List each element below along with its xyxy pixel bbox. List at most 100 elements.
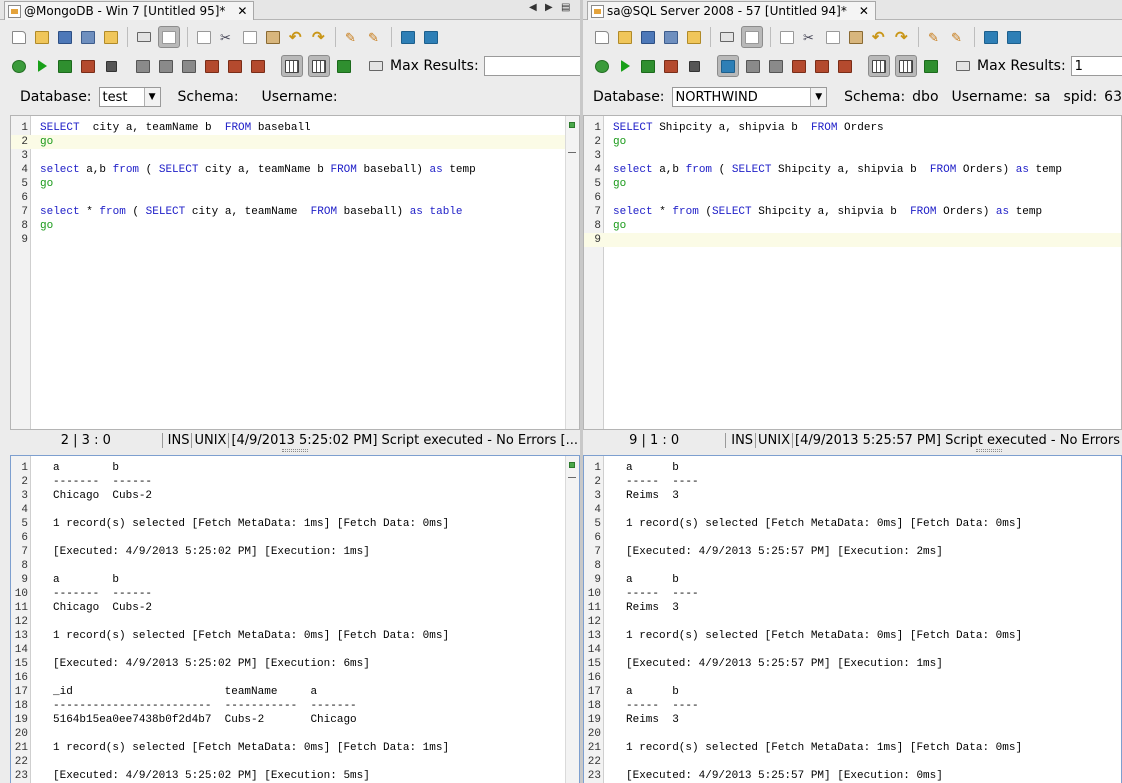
grid-results-icon[interactable]	[308, 55, 330, 77]
export-icon[interactable]	[367, 57, 385, 75]
undo-icon[interactable]: ↶	[870, 28, 888, 46]
max-results-input[interactable]	[1070, 56, 1122, 76]
auto-format-icon[interactable]: ✎	[949, 28, 967, 46]
save-as-icon[interactable]	[662, 28, 680, 46]
save-as-icon[interactable]	[79, 28, 97, 46]
history-last-icon[interactable]	[836, 57, 854, 75]
text-results-icon[interactable]	[335, 57, 353, 75]
redo-icon[interactable]: ↷	[893, 28, 911, 46]
find-replace-icon[interactable]	[1005, 28, 1023, 46]
execute-script-icon[interactable]	[593, 57, 611, 75]
rollback-icon[interactable]	[226, 57, 244, 75]
scroll-right-icon[interactable]: ▶	[545, 2, 553, 13]
select-icon[interactable]	[195, 28, 213, 46]
export-icon[interactable]	[954, 57, 972, 75]
sql-text: (	[125, 206, 146, 218]
history-forward-icon[interactable]	[180, 57, 198, 75]
save-all-icon[interactable]	[685, 28, 703, 46]
history-prev-icon[interactable]	[134, 57, 152, 75]
execute-explain-icon[interactable]	[56, 57, 74, 75]
line-number: 17	[587, 686, 601, 698]
auto-commit-icon[interactable]	[717, 55, 739, 77]
run-icon[interactable]	[616, 57, 634, 75]
commit-icon[interactable]	[203, 57, 221, 75]
output-line: 23 [Executed: 4/9/2013 5:25:02 PM] [Execu…	[11, 769, 579, 783]
left-results-output[interactable]: 1 a b 2 ------- ------ 3 Chicago Cubs-2 4 5 1 re…	[10, 455, 580, 783]
sql-code[interactable]: 1 SELECT city a, teamName b FROM baseball…	[11, 121, 579, 247]
scroll-left-icon[interactable]: ◀	[529, 2, 537, 13]
rollback-icon[interactable]	[813, 57, 831, 75]
execute-grid-icon[interactable]	[662, 57, 680, 75]
history-last-icon[interactable]	[249, 57, 267, 75]
undo-icon[interactable]: ↶	[287, 28, 305, 46]
text-results-icon[interactable]	[922, 57, 940, 75]
right-query-tab[interactable]: sa@SQL Server 2008 - 57 [Untitled 94]* ✕	[587, 1, 876, 20]
close-icon[interactable]: ✕	[237, 4, 247, 18]
grid-results-icon[interactable]	[895, 55, 917, 77]
database-select[interactable]: NORTHWIND ▼	[671, 87, 828, 107]
left-tab-bar: @MongoDB - Win 7 [Untitled 95]* ✕ ◀ ▶ ▤	[0, 0, 580, 20]
execute-explain-icon[interactable]	[639, 57, 657, 75]
right-query-panel: sa@SQL Server 2008 - 57 [Untitled 94]* ✕…	[583, 0, 1122, 783]
print-icon[interactable]	[718, 28, 736, 46]
format-icon[interactable]: ✎	[343, 28, 361, 46]
stop-icon[interactable]	[685, 57, 703, 75]
paste-icon[interactable]	[264, 28, 282, 46]
right-sql-editor[interactable]: 1 SELECT Shipcity a, shipvia b FROM Order…	[583, 115, 1122, 430]
copy-icon[interactable]	[241, 28, 259, 46]
select-icon[interactable]	[778, 28, 796, 46]
execute-script-icon[interactable]	[10, 57, 28, 75]
left-sql-editor[interactable]: 1 SELECT city a, teamName b FROM baseball…	[10, 115, 580, 430]
left-query-tab[interactable]: @MongoDB - Win 7 [Untitled 95]* ✕	[4, 1, 255, 20]
batch-separator: go	[613, 178, 627, 190]
replace-icon[interactable]	[982, 28, 1000, 46]
cut-icon[interactable]: ✂	[218, 28, 236, 46]
toggle-editor-icon[interactable]	[741, 26, 763, 48]
execute-grid-icon[interactable]	[79, 57, 97, 75]
sql-text: baseball)	[337, 206, 410, 218]
toggle-editor-icon[interactable]	[158, 26, 180, 48]
find-replace-icon[interactable]	[422, 28, 440, 46]
save-icon[interactable]	[639, 28, 657, 46]
stop-icon[interactable]	[102, 57, 120, 75]
tab-results-icon[interactable]	[868, 55, 890, 77]
redo-icon[interactable]: ↷	[310, 28, 328, 46]
tab-list-icon[interactable]: ▤	[561, 2, 570, 13]
sql-keyword: from	[99, 206, 126, 218]
splitter-grip[interactable]	[282, 449, 308, 452]
open-folder-icon[interactable]	[616, 28, 634, 46]
sql-code[interactable]: 1 SELECT Shipcity a, shipvia b FROM Order…	[584, 121, 1121, 247]
open-folder-icon[interactable]	[33, 28, 51, 46]
tab-results-icon[interactable]	[281, 55, 303, 77]
code-line: 5 go	[11, 177, 579, 191]
history-back-icon[interactable]	[157, 57, 175, 75]
save-all-icon[interactable]	[102, 28, 120, 46]
output-line: 3 Chicago Cubs-2	[11, 489, 579, 503]
auto-format-icon[interactable]: ✎	[366, 28, 384, 46]
history-back-icon[interactable]	[767, 57, 785, 75]
copy-icon[interactable]	[824, 28, 842, 46]
format-icon[interactable]: ✎	[926, 28, 944, 46]
line-number: 9	[594, 234, 601, 246]
line-text: SELECT city a, teamName b FROM baseball	[40, 121, 311, 135]
right-results-output[interactable]: 1 a b 2 ----- ---- 3 Reims 3 4 5 1 record(s) sel…	[583, 455, 1122, 783]
line-number: 7	[21, 546, 28, 558]
save-icon[interactable]	[56, 28, 74, 46]
commit-icon[interactable]	[790, 57, 808, 75]
replace-icon[interactable]	[399, 28, 417, 46]
run-icon[interactable]	[33, 57, 51, 75]
new-doc-icon[interactable]	[593, 28, 611, 46]
max-results-input[interactable]	[483, 56, 580, 76]
paste-icon[interactable]	[847, 28, 865, 46]
database-select[interactable]: test ▼	[98, 87, 161, 107]
close-icon[interactable]: ✕	[859, 4, 869, 18]
output-overview-ruler[interactable]	[565, 456, 579, 783]
print-icon[interactable]	[135, 28, 153, 46]
code-line: 1 SELECT city a, teamName b FROM baseball	[11, 121, 579, 135]
new-doc-icon[interactable]	[10, 28, 28, 46]
history-prev-icon[interactable]	[744, 57, 762, 75]
splitter-grip[interactable]	[976, 449, 1002, 452]
cut-icon[interactable]: ✂	[801, 28, 819, 46]
line-number: 6	[594, 192, 601, 204]
editor-overview-ruler[interactable]	[565, 116, 579, 429]
